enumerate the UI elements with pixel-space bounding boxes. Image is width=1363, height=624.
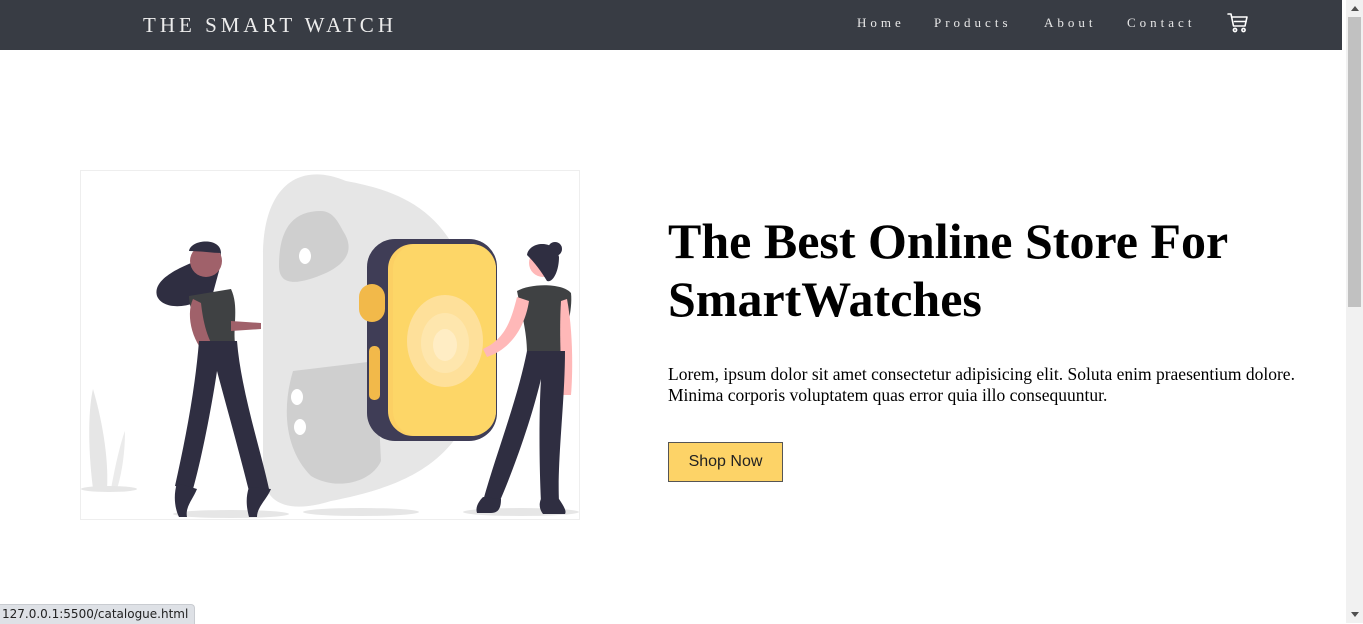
headline-line-2: SmartWatches bbox=[668, 271, 982, 327]
nav-link-about[interactable]: About bbox=[1044, 15, 1097, 31]
headline-line-1: The Best Online Store For bbox=[668, 213, 1229, 269]
top-navbar: THE SMART WATCH Home Products About Cont… bbox=[0, 0, 1342, 50]
nav-link-home[interactable]: Home bbox=[857, 15, 905, 31]
nav-link-contact[interactable]: Contact bbox=[1127, 15, 1195, 31]
vertical-scrollbar[interactable] bbox=[1346, 0, 1363, 623]
brand-logo[interactable]: THE SMART WATCH bbox=[143, 13, 397, 38]
scroll-up-arrow-icon[interactable] bbox=[1346, 0, 1363, 17]
shopping-cart-icon[interactable] bbox=[1227, 12, 1249, 34]
shop-now-button[interactable]: Shop Now bbox=[668, 442, 783, 482]
link-status-bar: 127.0.0.1:5500/catalogue.html bbox=[0, 604, 196, 624]
scrollbar-thumb[interactable] bbox=[1348, 17, 1361, 307]
scroll-down-arrow-icon[interactable] bbox=[1346, 606, 1363, 623]
nav-link-products[interactable]: Products bbox=[934, 15, 1012, 31]
hero-description: Lorem, ipsum dolor sit amet consectetur … bbox=[668, 364, 1295, 405]
hero-illustration bbox=[80, 170, 580, 520]
hero-headline: The Best Online Store For SmartWatches bbox=[668, 212, 1328, 328]
